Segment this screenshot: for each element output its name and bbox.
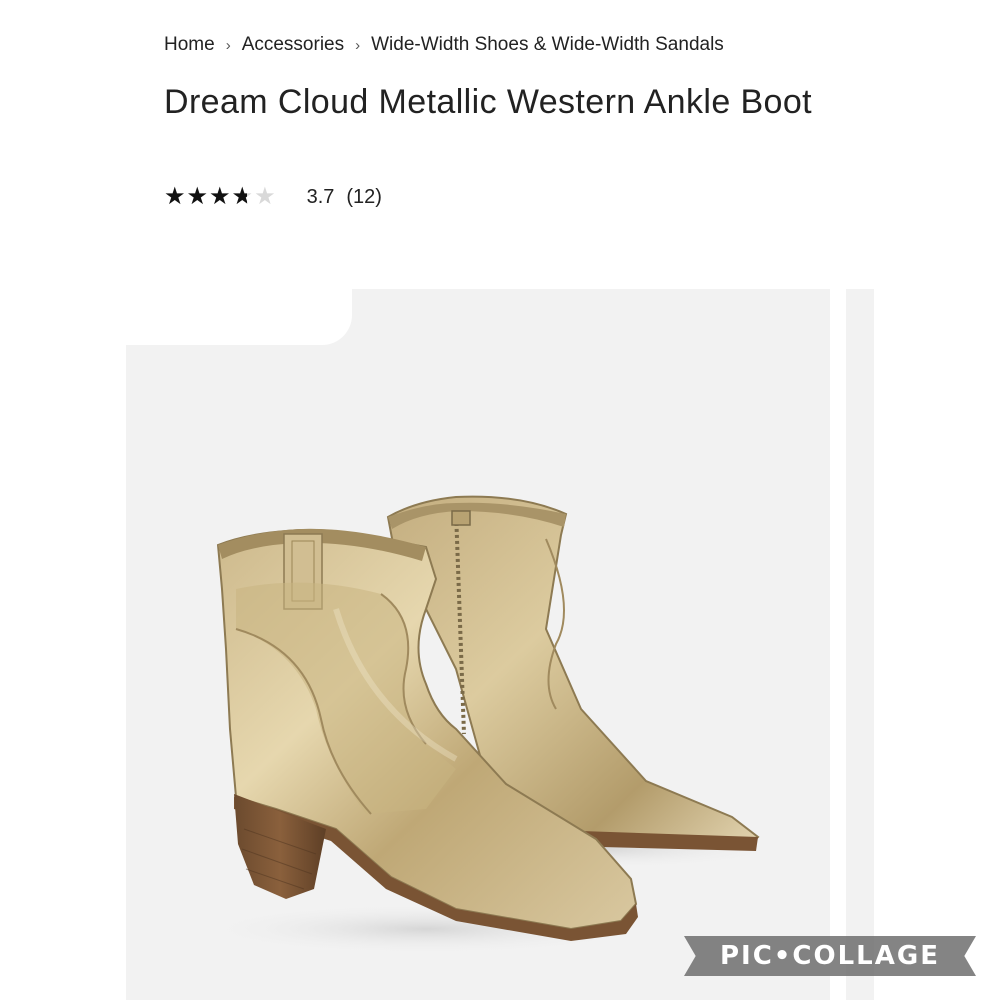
breadcrumb-accessories[interactable]: Accessories [242,34,344,56]
next-image-preview[interactable] [846,289,874,1000]
product-rating[interactable]: ★★★★★ ★★★★★ 3.7 (12) [164,182,382,212]
breadcrumb-separator-icon: › [225,36,231,54]
breadcrumb-separator-icon: › [355,36,361,54]
stars-filled: ★★★★★ [164,183,248,210]
pic-collage-watermark: PIC•COLLAGE [684,936,976,976]
rating-score: 3.7 [306,185,335,208]
review-count-link[interactable]: (12) [346,186,382,209]
product-image-gallery[interactable] [126,289,830,1000]
breadcrumb-home[interactable]: Home [164,34,215,56]
product-page: Home › Accessories › Wide-Width Shoes & … [0,0,1000,1000]
star-rating-icon: ★★★★★ ★★★★★ [164,183,277,211]
breadcrumb: Home › Accessories › Wide-Width Shoes & … [164,34,724,56]
boot-photo-icon [196,495,786,955]
product-title: Dream Cloud Metallic Western Ankle Boot [164,83,813,121]
breadcrumb-wide-width-shoes[interactable]: Wide-Width Shoes & Wide-Width Sandals [371,34,724,56]
